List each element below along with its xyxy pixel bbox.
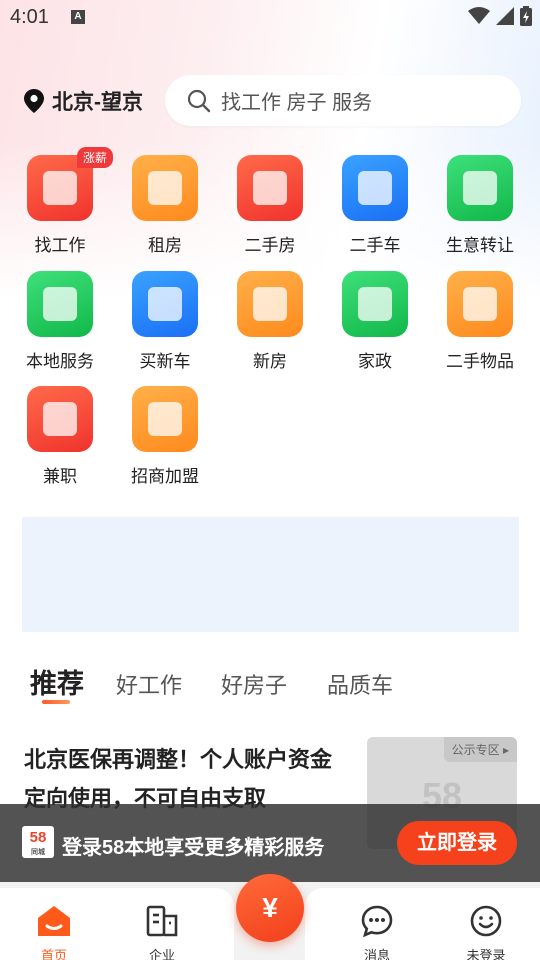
job-icon: 涨薪 — [27, 147, 113, 221]
publish-button[interactable]: ¥ — [236, 874, 304, 942]
category-find-job[interactable]: 涨薪 找工作 — [10, 147, 113, 256]
category-rent[interactable]: 租房 — [115, 155, 215, 256]
franchise-icon — [132, 386, 198, 452]
category-label: 新房 — [253, 352, 287, 371]
transfer-icon — [447, 155, 513, 221]
house-icon — [237, 155, 303, 221]
category-label: 生意转让 — [446, 236, 514, 255]
category-label: 二手物品 — [446, 352, 514, 371]
tab-good-houses[interactable]: 好房子 — [221, 668, 287, 700]
location-pin-icon — [24, 89, 44, 113]
category-label: 招商加盟 — [131, 467, 199, 486]
nav-enterprise[interactable]: 企业 — [122, 904, 202, 960]
login-prompt-bar: 58 同城 登录58本地享受更多精彩服务 立即登录 — [0, 804, 540, 882]
nav-label: 企业 — [148, 948, 175, 960]
tab-active-indicator — [42, 700, 70, 704]
category-label: 找工作 — [34, 236, 86, 255]
login-now-button[interactable]: 立即登录 — [397, 821, 517, 865]
category-second-hand-goods[interactable]: 二手物品 — [430, 271, 530, 372]
login-prompt-text: 登录58本地享受更多精彩服务 — [62, 837, 325, 859]
app-logo: 58 同城 — [22, 826, 54, 858]
category-label: 二手房 — [244, 236, 296, 255]
home-icon — [38, 906, 70, 936]
local-service-icon — [27, 271, 93, 337]
nav-home[interactable]: 首页 — [14, 904, 94, 960]
status-icons — [468, 6, 532, 26]
category-local-service[interactable]: 本地服务 — [10, 271, 110, 372]
message-icon — [361, 905, 393, 938]
category-label: 家政 — [358, 352, 392, 371]
battery-icon — [520, 6, 532, 26]
tab-quality-cars[interactable]: 品质车 — [327, 668, 393, 700]
car-icon — [342, 155, 408, 221]
category-housekeeping[interactable]: 家政 — [325, 271, 425, 372]
category-label: 买新车 — [139, 352, 191, 371]
signal-icon — [496, 7, 514, 25]
category-label: 二手车 — [349, 236, 401, 255]
tab-good-jobs[interactable]: 好工作 — [116, 668, 182, 700]
nav-label: 未登录 — [466, 948, 506, 960]
nav-label: 消息 — [363, 948, 390, 960]
status-bar: 4:01 A — [0, 0, 540, 36]
category-new-house[interactable]: 新房 — [220, 271, 320, 372]
nav-messages[interactable]: 消息 — [337, 904, 417, 960]
category-label: 兼职 — [43, 467, 77, 486]
category-label: 本地服务 — [26, 352, 94, 371]
part-time-icon — [27, 386, 93, 452]
promo-banner[interactable] — [22, 517, 519, 632]
wifi-icon — [468, 7, 490, 24]
search-placeholder: 找工作 房子 服务 — [221, 92, 373, 114]
category-new-car[interactable]: 买新车 — [115, 271, 215, 372]
building-icon — [237, 271, 303, 337]
star-box-icon — [447, 271, 513, 337]
notification-icon: A — [71, 10, 85, 24]
enterprise-icon — [146, 905, 178, 937]
location-selector[interactable]: 北京-望京 — [24, 86, 143, 116]
search-input[interactable]: 找工作 房子 服务 — [165, 75, 521, 126]
category-used-car[interactable]: 二手车 — [325, 155, 425, 256]
raise-badge: 涨薪 — [76, 147, 113, 168]
thumbnail-tag: 公示专区 ▸ — [443, 737, 517, 762]
new-car-icon — [132, 271, 198, 337]
housekeeping-icon — [342, 271, 408, 337]
search-icon — [187, 89, 211, 112]
nav-label: 首页 — [40, 948, 67, 960]
sofa-icon — [132, 155, 198, 221]
category-franchise[interactable]: 招商加盟 — [115, 386, 215, 487]
category-second-hand-house[interactable]: 二手房 — [220, 155, 320, 256]
tab-recommend[interactable]: 推荐 — [30, 662, 84, 701]
category-business-transfer[interactable]: 生意转让 — [430, 155, 530, 256]
category-part-time[interactable]: 兼职 — [10, 386, 110, 487]
profile-icon — [470, 905, 502, 937]
status-time: 4:01 — [10, 6, 49, 28]
feed-tabs: 推荐 好工作 好房子 品质车 — [30, 660, 510, 710]
location-label: 北京-望京 — [52, 91, 143, 114]
nav-profile[interactable]: 未登录 — [446, 904, 526, 960]
category-label: 租房 — [148, 236, 182, 255]
